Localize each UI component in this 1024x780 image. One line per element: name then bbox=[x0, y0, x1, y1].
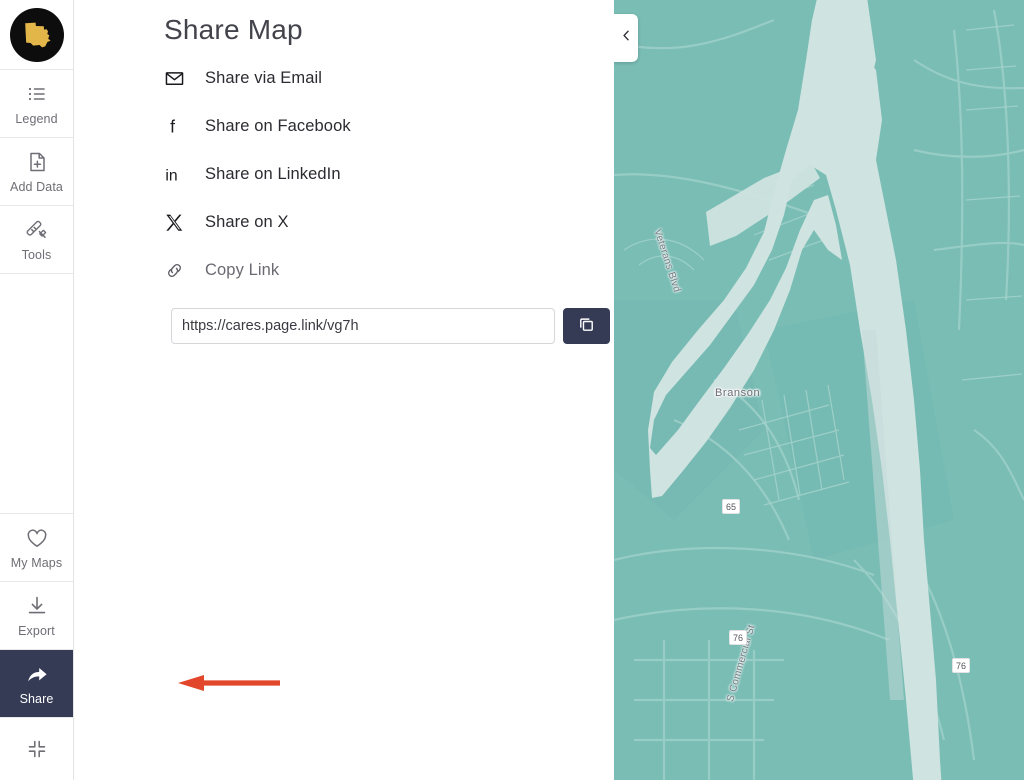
share-option-x[interactable]: Share on X bbox=[164, 198, 614, 246]
sidebar-item-collapse[interactable] bbox=[0, 718, 73, 780]
share-panel: Share Map Share via Email f Share on Fac… bbox=[74, 0, 614, 780]
share-option-copy-link[interactable]: Copy Link bbox=[164, 246, 614, 294]
tools-icon bbox=[25, 218, 49, 242]
sidebar-item-tools[interactable]: Tools bbox=[0, 206, 73, 274]
sidebar-item-label: Add Data bbox=[10, 179, 63, 194]
sidebar-item-label: Legend bbox=[15, 111, 58, 126]
chevron-left-icon bbox=[620, 29, 633, 47]
x-twitter-icon bbox=[164, 212, 194, 233]
share-option-email[interactable]: Share via Email bbox=[164, 54, 614, 102]
share-option-label: Share on LinkedIn bbox=[205, 164, 341, 183]
copy-icon bbox=[577, 315, 596, 337]
sidebar-item-label: My Maps bbox=[10, 555, 63, 570]
envelope-icon bbox=[164, 68, 194, 89]
sidebar-item-legend[interactable]: Legend bbox=[0, 70, 73, 138]
sidebar-spacer bbox=[0, 274, 73, 514]
map-canvas[interactable]: Branson Veterans Blvd S Commercial St 65… bbox=[614, 0, 1024, 780]
share-option-label: Share via Email bbox=[205, 68, 323, 87]
link-icon bbox=[164, 260, 194, 281]
copy-link-button[interactable] bbox=[563, 308, 610, 344]
red-arrow-annotation bbox=[178, 675, 280, 691]
share-option-label: Share on Facebook bbox=[205, 116, 351, 135]
download-icon bbox=[25, 594, 49, 618]
linkedin-icon: in bbox=[164, 164, 194, 185]
share-option-facebook[interactable]: f Share on Facebook bbox=[164, 102, 614, 150]
facebook-icon: f bbox=[164, 116, 194, 137]
sidebar-item-my-maps[interactable]: My Maps bbox=[0, 514, 73, 582]
svg-text:f: f bbox=[170, 116, 175, 136]
app-root: Legend Add Data Tools My Maps Export Sha… bbox=[0, 0, 1024, 780]
sidebar-item-share[interactable]: Share bbox=[0, 650, 73, 718]
basemap-graphic bbox=[614, 0, 1024, 780]
heart-icon bbox=[25, 526, 49, 550]
share-options-list: Share via Email f Share on Facebook in S… bbox=[74, 54, 614, 294]
share-link-input[interactable] bbox=[171, 308, 555, 344]
page-title: Share Map bbox=[164, 14, 303, 45]
list-icon bbox=[25, 82, 49, 106]
sidebar-item-label: Tools bbox=[21, 247, 52, 262]
collapse-panel-button[interactable] bbox=[614, 14, 638, 62]
sidebar-item-add-data[interactable]: Add Data bbox=[0, 138, 73, 206]
missouri-state-logo bbox=[9, 7, 64, 62]
svg-text:in: in bbox=[165, 167, 177, 184]
share-link-row bbox=[171, 308, 610, 344]
left-sidebar: Legend Add Data Tools My Maps Export Sha… bbox=[0, 0, 74, 780]
file-plus-icon bbox=[25, 150, 49, 174]
share-option-label: Copy Link bbox=[205, 260, 280, 279]
share-arrow-icon bbox=[25, 662, 49, 686]
sidebar-item-export[interactable]: Export bbox=[0, 582, 73, 650]
app-logo[interactable] bbox=[0, 0, 73, 70]
sidebar-item-label: Share bbox=[19, 691, 54, 706]
share-option-linkedin[interactable]: in Share on LinkedIn bbox=[164, 150, 614, 198]
sidebar-item-label: Export bbox=[18, 623, 55, 638]
share-option-label: Share on X bbox=[205, 212, 289, 231]
exit-fullscreen-icon bbox=[26, 738, 48, 760]
